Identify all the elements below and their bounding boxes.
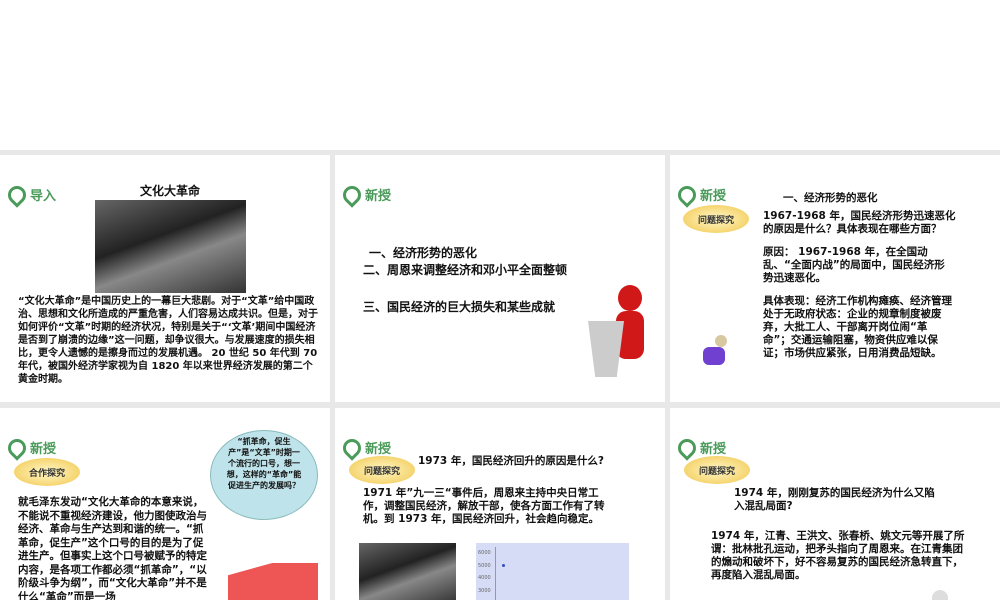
tag-label: 新授: [700, 189, 727, 204]
section-tag: 导入: [4, 181, 57, 208]
bubble-text: “抓革命，促生产”是“文革”时期一个流行的口号，想一想，这样的“革命”能促进生产…: [226, 437, 302, 490]
slide-body: “文化大革命”是中国历史上的一幕巨大悲剧。对于“文革”给中国政治、思想和文化所造…: [18, 296, 318, 385]
slide-title: 文化大革命: [140, 184, 201, 198]
slide-6[interactable]: 新授 问题探究 1974 年，刚刚复苏的国民经济为什么又陷入混乱局面? 1974…: [670, 408, 1000, 600]
question-text: 1973 年，国民经济回升的原因是什么?: [418, 455, 604, 467]
tag-label: 新授: [700, 442, 727, 457]
inquiry-badge: 问题探究: [684, 456, 750, 484]
slide-4[interactable]: 新授 合作探究 “抓革命，促生产”是“文革”时期一个流行的口号，想一想，这样的“…: [0, 408, 330, 600]
y-tick: 6000: [478, 550, 491, 556]
outline-item: 一、经济形势的恶化: [369, 246, 478, 260]
tag-label: 新授: [30, 442, 57, 457]
section-tag: 新授: [674, 434, 727, 461]
detail-text: 具体表现：经济工作机构瘫痪、经济管理处于无政府状态：企业的规章制度被废弃，大批工…: [763, 295, 952, 359]
reason-text: 原因： 1967-1968 年，在全国动乱、“全面内战”的局面中，国民经济形势迅…: [763, 246, 945, 284]
tag-label: 新授: [365, 442, 392, 457]
figure-head-illustration: [932, 590, 948, 600]
location-pin-icon: [339, 181, 365, 208]
slide-3[interactable]: 新授 问题探究 一、经济形势的恶化 1967-1968 年，国民经济形势迅速恶化…: [670, 155, 1000, 402]
question-text: 1974 年，刚刚复苏的国民经济为什么又陷入混乱局面?: [734, 487, 935, 512]
location-pin-icon: [4, 434, 30, 461]
question-text: 1967-1968 年，国民经济形势迅速恶化的原因是什么？具体表现在哪些方面？: [763, 210, 956, 235]
outline-item: 二、周恩来调整经济和邓小平全面整顿: [363, 263, 568, 277]
tag-label: 新授: [365, 189, 392, 204]
location-pin-icon: [339, 434, 365, 461]
tag-label: 导入: [30, 189, 57, 204]
slide-heading: 一、经济形势的恶化: [783, 192, 878, 204]
section-tag: 新授: [339, 434, 392, 461]
slide-body: 就毛泽东发动“文化大革命的本意来说，不能说不重视经济建设，他力图使政治与经济、革…: [18, 496, 207, 600]
slide-5[interactable]: 新授 问题探究 1973 年，国民经济回升的原因是什么? 1971 年”九一三“…: [335, 408, 665, 600]
inquiry-badge: 问题探究: [349, 456, 415, 484]
section-tag: 新授: [4, 434, 57, 461]
section-tag: 新授: [674, 181, 727, 208]
slide-body: 1971 年”九一三“事件后，周恩来主持中央日常工作，调整国民经济，解放干部，使…: [363, 487, 605, 525]
outline-item: 三、国民经济的巨大损失和某些成就: [363, 300, 556, 314]
running-man-illustration: [695, 335, 735, 375]
section-tag: 新授: [339, 181, 392, 208]
slide-1[interactable]: 导入 文化大革命 “文化大革命”是中国历史上的一幕巨大悲剧。对于“文革”给中国政…: [0, 155, 330, 402]
historical-photo: [95, 200, 246, 293]
speaker-figure-illustration: [580, 283, 660, 383]
y-tick: 3000: [478, 587, 491, 594]
y-tick: 4000: [478, 575, 491, 581]
blank-header-area: [0, 0, 1000, 150]
y-tick: 5000: [478, 562, 491, 569]
location-pin-icon: [4, 181, 30, 208]
inquiry-badge: 问题探究: [683, 205, 749, 233]
data-point: [502, 564, 505, 567]
location-pin-icon: [674, 181, 700, 208]
portrait-photo: [359, 543, 456, 600]
cooperation-badge: 合作探究: [14, 458, 80, 486]
chart-thumbnail: 6000 5000 4000 3000 2000: [476, 543, 629, 600]
leader-figures-illustration: [228, 550, 318, 600]
location-pin-icon: [674, 434, 700, 461]
slide-body: 1974 年，江青、王洪文、张春桥、姚文元等开展了所谓：批林批孔运动，把矛头指向…: [711, 530, 965, 581]
slide-sorter: 导入 文化大革命 “文化大革命”是中国历史上的一幕巨大悲剧。对于“文革”给中国政…: [0, 150, 1000, 600]
slide-2[interactable]: 新授 一、经济形势的恶化 二、周恩来调整经济和邓小平全面整顿 三、国民经济的巨大…: [335, 155, 665, 402]
